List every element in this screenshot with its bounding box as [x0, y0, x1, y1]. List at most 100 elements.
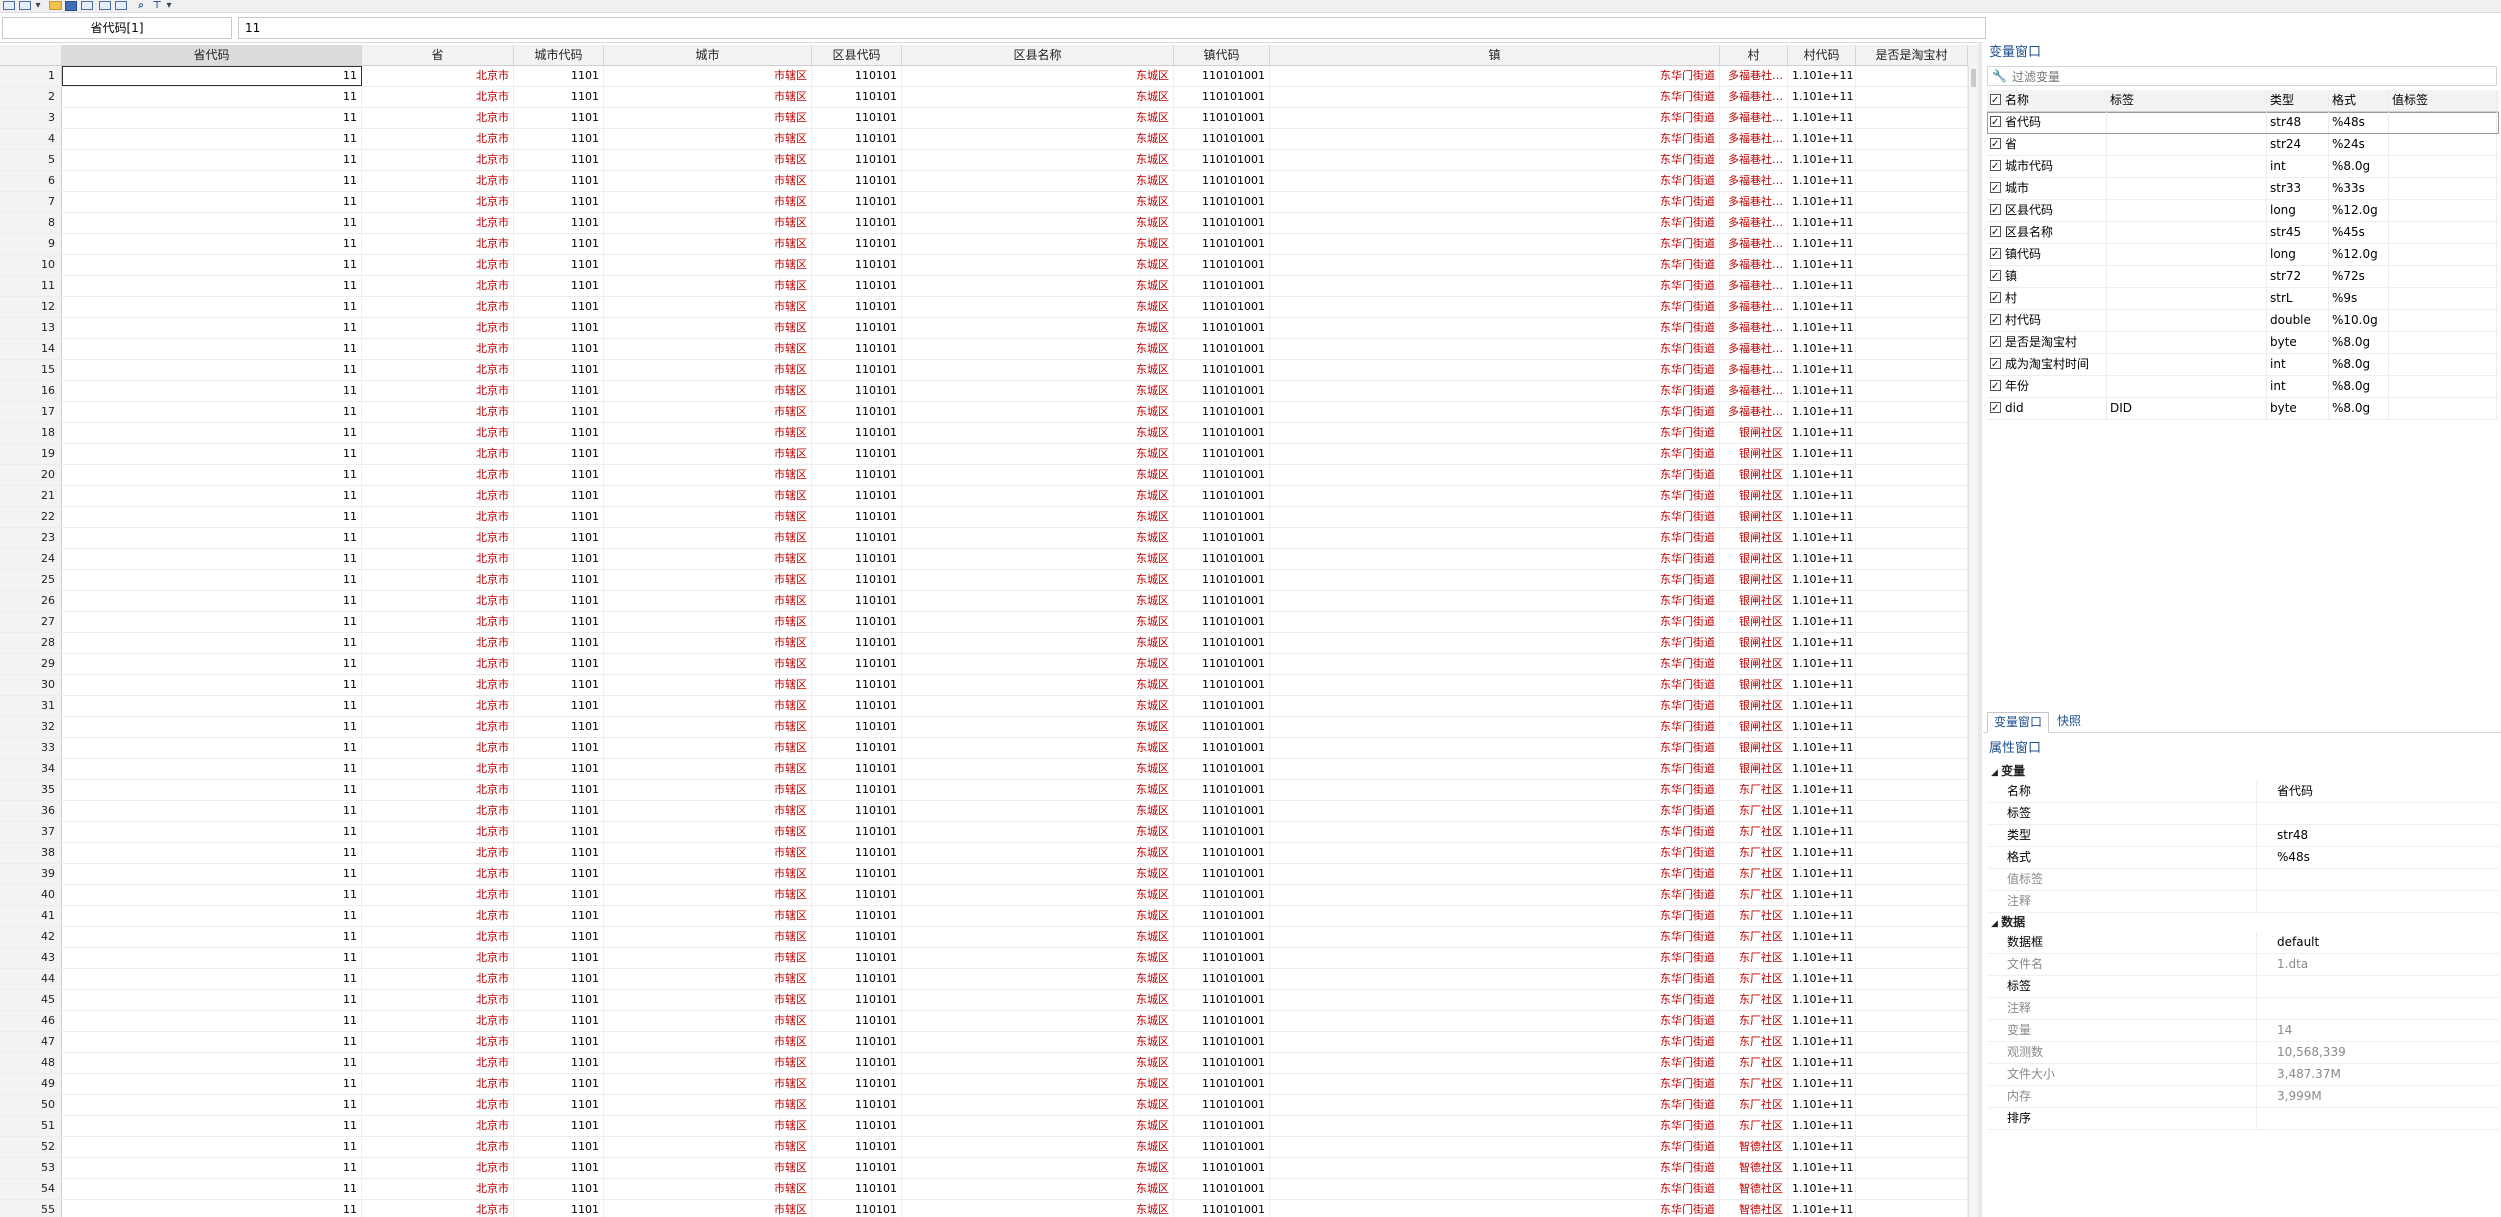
- variable-checkbox[interactable]: [1990, 266, 2001, 287]
- table-cell[interactable]: 市辖区: [604, 717, 812, 737]
- table-cell[interactable]: 北京市: [362, 507, 514, 527]
- table-row[interactable]: 47 11 北京市 1101 市辖区 110101 东城区 110101001 东华门街道 东厂社…: [0, 1032, 1978, 1053]
- table-cell[interactable]: 银闸社区: [1720, 570, 1788, 590]
- property-value[interactable]: 3,999M: [2277, 1086, 2322, 1107]
- row-number[interactable]: 51: [0, 1116, 62, 1136]
- table-cell[interactable]: 东城区: [902, 528, 1174, 548]
- tab-snapshots[interactable]: 快照: [2051, 712, 2087, 731]
- table-cell[interactable]: 东城区: [902, 1074, 1174, 1094]
- table-cell[interactable]: 市辖区: [604, 906, 812, 926]
- table-cell[interactable]: 110101001: [1174, 1032, 1270, 1052]
- table-cell[interactable]: 1101: [514, 654, 604, 674]
- dropdown-arrow-icon[interactable]: ▾: [33, 0, 43, 11]
- table-cell[interactable]: 1.101e+11: [1788, 780, 1856, 800]
- table-cell[interactable]: 东华门街道: [1270, 1053, 1720, 1073]
- table-cell[interactable]: [1856, 297, 1968, 317]
- property-row[interactable]: 数据框 default: [1987, 932, 2499, 954]
- row-number[interactable]: 1: [0, 66, 62, 86]
- table-cell[interactable]: 110101: [812, 486, 902, 506]
- table-cell[interactable]: [1856, 822, 1968, 842]
- table-cell[interactable]: 11: [62, 948, 362, 968]
- table-cell[interactable]: [1856, 885, 1968, 905]
- table-cell[interactable]: 北京市: [362, 150, 514, 170]
- table-cell[interactable]: 多福巷社…: [1720, 276, 1788, 296]
- table-cell[interactable]: 东城区: [902, 633, 1174, 653]
- table-cell[interactable]: 北京市: [362, 402, 514, 422]
- table-cell[interactable]: 110101: [812, 738, 902, 758]
- table-cell[interactable]: 东华门街道: [1270, 381, 1720, 401]
- table-cell[interactable]: 东城区: [902, 759, 1174, 779]
- table-cell[interactable]: 110101001: [1174, 801, 1270, 821]
- table-cell[interactable]: [1856, 864, 1968, 884]
- table-cell[interactable]: 市辖区: [604, 1032, 812, 1052]
- table-row[interactable]: 21 11 北京市 1101 市辖区 110101 东城区 110101001 东华门街道 银闸社…: [0, 486, 1978, 507]
- row-number[interactable]: 11: [0, 276, 62, 296]
- table-row[interactable]: 52 11 北京市 1101 市辖区 110101 东城区 110101001 东华门街道 智德社…: [0, 1137, 1978, 1158]
- table-cell[interactable]: 东城区: [902, 1032, 1174, 1052]
- table-cell[interactable]: 市辖区: [604, 465, 812, 485]
- table-cell[interactable]: 东华门街道: [1270, 843, 1720, 863]
- table-cell[interactable]: 多福巷社…: [1720, 87, 1788, 107]
- table-cell[interactable]: 东华门街道: [1270, 570, 1720, 590]
- table-cell[interactable]: 东厂社区: [1720, 801, 1788, 821]
- table-cell[interactable]: 北京市: [362, 297, 514, 317]
- table-cell[interactable]: 110101: [812, 885, 902, 905]
- table-cell[interactable]: 市辖区: [604, 318, 812, 338]
- row-number[interactable]: 49: [0, 1074, 62, 1094]
- table-cell[interactable]: 11: [62, 528, 362, 548]
- table-cell[interactable]: 1.101e+11: [1788, 822, 1856, 842]
- table-cell[interactable]: 1.101e+11: [1788, 150, 1856, 170]
- table-cell[interactable]: 北京市: [362, 1137, 514, 1157]
- table-cell[interactable]: 1101: [514, 360, 604, 380]
- table-cell[interactable]: 1101: [514, 444, 604, 464]
- row-number[interactable]: 18: [0, 423, 62, 443]
- table-cell[interactable]: 1.101e+11: [1788, 486, 1856, 506]
- table-cell[interactable]: 110101: [812, 633, 902, 653]
- table-cell[interactable]: 市辖区: [604, 108, 812, 128]
- table-cell[interactable]: 东城区: [902, 1179, 1174, 1199]
- table-cell[interactable]: 北京市: [362, 1074, 514, 1094]
- table-cell[interactable]: 1.101e+11: [1788, 465, 1856, 485]
- table-cell[interactable]: 东华门街道: [1270, 759, 1720, 779]
- table-cell[interactable]: [1856, 612, 1968, 632]
- table-cell[interactable]: 市辖区: [604, 276, 812, 296]
- table-cell[interactable]: 110101001: [1174, 234, 1270, 254]
- table-cell[interactable]: 1.101e+11: [1788, 171, 1856, 191]
- row-number[interactable]: 39: [0, 864, 62, 884]
- table-cell[interactable]: 110101001: [1174, 528, 1270, 548]
- table-row[interactable]: 11 11 北京市 1101 市辖区 110101 东城区 110101001 东华门街道 多福巷…: [0, 276, 1978, 297]
- property-value[interactable]: 省代码: [2277, 781, 2313, 802]
- table-cell[interactable]: 11: [62, 927, 362, 947]
- table-cell[interactable]: 1101: [514, 948, 604, 968]
- table-cell[interactable]: 银闸社区: [1720, 759, 1788, 779]
- table-cell[interactable]: 市辖区: [604, 129, 812, 149]
- table-cell[interactable]: 市辖区: [604, 948, 812, 968]
- variable-row[interactable]: 镇代码 long%12.0g: [1987, 244, 2499, 266]
- column-header[interactable]: 城市: [604, 45, 812, 65]
- table-cell[interactable]: 东厂社区: [1720, 990, 1788, 1010]
- row-number[interactable]: 43: [0, 948, 62, 968]
- table-cell[interactable]: 110101: [812, 1179, 902, 1199]
- table-cell[interactable]: 1.101e+11: [1788, 444, 1856, 464]
- table-cell[interactable]: 110101: [812, 171, 902, 191]
- table-cell[interactable]: 110101001: [1174, 1053, 1270, 1073]
- table-cell[interactable]: 110101: [812, 927, 902, 947]
- table-cell[interactable]: 11: [62, 213, 362, 233]
- property-row[interactable]: 标签: [1987, 803, 2499, 825]
- table-cell[interactable]: 市辖区: [604, 360, 812, 380]
- table-cell[interactable]: 东城区: [902, 885, 1174, 905]
- table-cell[interactable]: 市辖区: [604, 1158, 812, 1178]
- table-cell[interactable]: 北京市: [362, 1200, 514, 1217]
- table-cell[interactable]: 东城区: [902, 864, 1174, 884]
- table-cell[interactable]: 1.101e+11: [1788, 1137, 1856, 1157]
- table-row[interactable]: 12 11 北京市 1101 市辖区 110101 东城区 110101001 东华门街道 多福巷…: [0, 297, 1978, 318]
- table-cell[interactable]: 北京市: [362, 192, 514, 212]
- table-cell[interactable]: [1856, 1095, 1968, 1115]
- table-cell[interactable]: 市辖区: [604, 969, 812, 989]
- table-cell[interactable]: 110101001: [1174, 843, 1270, 863]
- property-row[interactable]: 文件名 1.dta: [1987, 954, 2499, 976]
- header-label[interactable]: 标签: [2107, 90, 2267, 111]
- table-cell[interactable]: 东城区: [902, 381, 1174, 401]
- row-number[interactable]: 8: [0, 213, 62, 233]
- table-cell[interactable]: 市辖区: [604, 822, 812, 842]
